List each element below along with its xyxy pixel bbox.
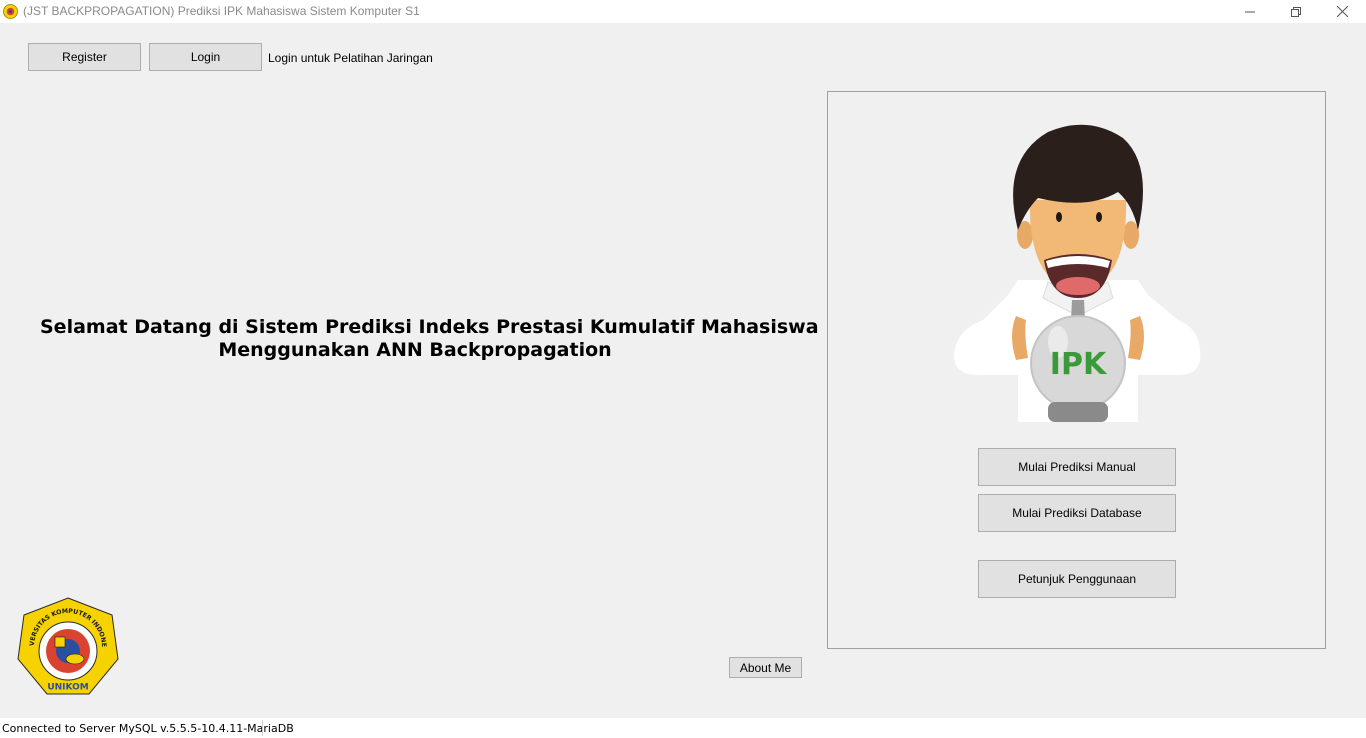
prediction-panel: IPK Mulai Prediksi Manual Mulai Prediksi… <box>827 91 1326 649</box>
welcome-heading: Selamat Datang di Sistem Prediksi Indeks… <box>40 316 819 362</box>
ipk-ball-text: IPK <box>1050 347 1108 382</box>
close-button[interactable] <box>1319 0 1365 23</box>
login-hint-label: Login untuk Pelatihan Jaringan <box>268 51 433 65</box>
app-icon <box>3 4 18 19</box>
welcome-line-2: Menggunakan ANN Backpropagation <box>218 339 612 361</box>
restore-icon <box>1291 6 1301 17</box>
logo-name: UNIKOM <box>47 683 88 693</box>
minimize-icon <box>1245 11 1255 12</box>
close-icon <box>1336 6 1348 17</box>
status-separator <box>262 720 263 736</box>
connection-status-text: Connected to Server MySQL v.5.5.5-10.4.1… <box>2 722 294 735</box>
start-database-prediction-button[interactable]: Mulai Prediksi Database <box>978 494 1176 532</box>
minimize-button[interactable] <box>1227 0 1273 23</box>
status-bar: Connected to Server MySQL v.5.5.5-10.4.1… <box>0 718 1366 738</box>
title-bar: (JST BACKPROPAGATION) Prediksi IPK Mahas… <box>0 0 1366 23</box>
welcome-line-1: Selamat Datang di Sistem Prediksi Indeks… <box>40 316 819 338</box>
about-me-button[interactable]: About Me <box>729 657 802 678</box>
student-ipk-illustration: IPK <box>954 124 1201 422</box>
restore-button[interactable] <box>1273 0 1319 23</box>
start-manual-prediction-button[interactable]: Mulai Prediksi Manual <box>978 448 1176 486</box>
user-guide-button[interactable]: Petunjuk Penggunaan <box>978 560 1176 598</box>
register-button[interactable]: Register <box>28 43 141 71</box>
unikom-logo: UNIVERSITAS KOMPUTER INDONESIA UNIKOM <box>17 597 119 695</box>
window-title: (JST BACKPROPAGATION) Prediksi IPK Mahas… <box>23 4 420 18</box>
login-button[interactable]: Login <box>149 43 262 71</box>
